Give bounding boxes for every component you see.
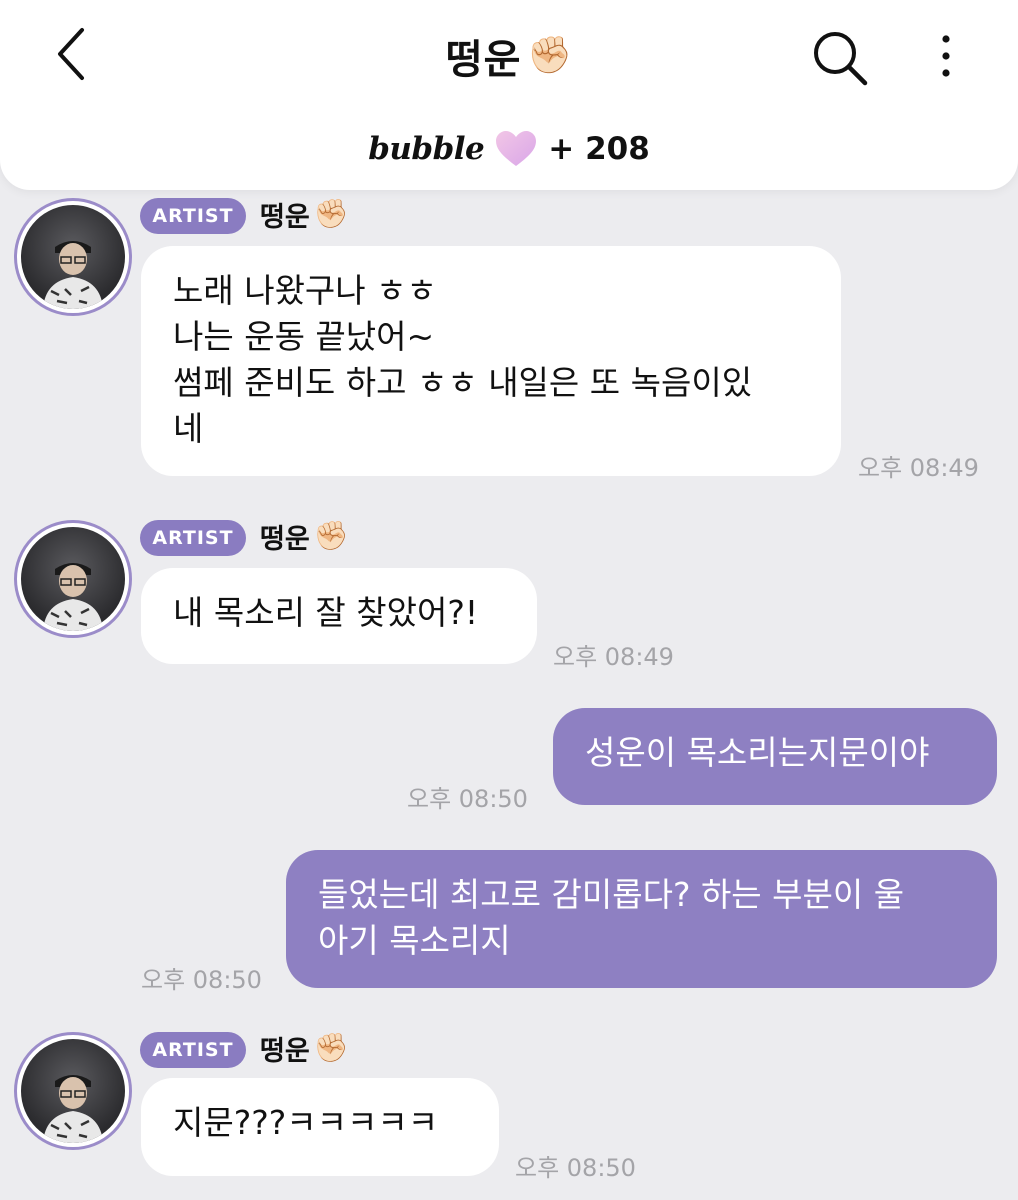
person-silhouette-icon [43, 241, 103, 309]
avatar[interactable] [14, 198, 132, 316]
profile-photo [21, 1039, 125, 1143]
artist-badge: ARTIST [140, 1032, 246, 1068]
artist-badge: ARTIST [140, 520, 246, 556]
fist-emoji: ✊🏻 [527, 35, 573, 76]
subscriber-count: + 208 [548, 131, 650, 167]
sender-name: 떵운 ✊🏻 [260, 1028, 349, 1068]
more-options-button[interactable] [926, 26, 966, 86]
message-timestamp: 오후 08:49 [553, 643, 674, 671]
person-silhouette-icon [43, 1075, 103, 1143]
avatar[interactable] [14, 1032, 132, 1150]
fist-emoji: ✊🏻 [313, 197, 349, 230]
message-timestamp: 오후 08:50 [407, 785, 528, 813]
sender-name: 떵운 ✊🏻 [260, 194, 349, 234]
incoming-message-bubble[interactable]: 노래 나왔구나 ㅎㅎ 나는 운동 끝났어~ 썸페 준비도 하고 ㅎㅎ 내일은 또… [141, 246, 841, 476]
incoming-message-bubble[interactable]: 지문???ㅋㅋㅋㅋㅋ [141, 1078, 499, 1176]
profile-photo [21, 527, 125, 631]
avatar[interactable] [14, 520, 132, 638]
outgoing-message-bubble[interactable]: 들었는데 최고로 감미롭다? 하는 부분이 울 아기 목소리지 [286, 850, 997, 988]
artist-badge: ARTIST [140, 198, 246, 234]
fist-emoji: ✊🏻 [313, 1031, 349, 1064]
message-timestamp: 오후 08:50 [141, 966, 262, 994]
outgoing-message-bubble[interactable]: 성운이 목소리는지문이야 [553, 708, 997, 805]
sender-label: 떵운 [260, 201, 310, 233]
heart-icon [496, 131, 537, 166]
incoming-message-bubble[interactable]: 내 목소리 잘 찾았어?! [141, 568, 537, 664]
sender-label: 떵운 [260, 1035, 310, 1067]
search-button[interactable] [808, 26, 872, 90]
sender-name: 떵운 ✊🏻 [260, 516, 349, 556]
more-vertical-icon [942, 35, 950, 77]
person-silhouette-icon [43, 563, 103, 631]
bubble-logo: bubble [368, 131, 485, 167]
fist-emoji: ✊🏻 [313, 519, 349, 552]
page-title: 떵운 [445, 37, 522, 83]
profile-photo [21, 205, 125, 309]
chat-header: 떵운 ✊🏻 bubble + 208 [0, 0, 1018, 190]
subscription-info: bubble + 208 [0, 124, 1018, 174]
sender-label: 떵운 [260, 523, 310, 555]
message-timestamp: 오후 08:49 [858, 454, 979, 482]
message-timestamp: 오후 08:50 [515, 1154, 636, 1182]
search-icon [814, 32, 868, 86]
